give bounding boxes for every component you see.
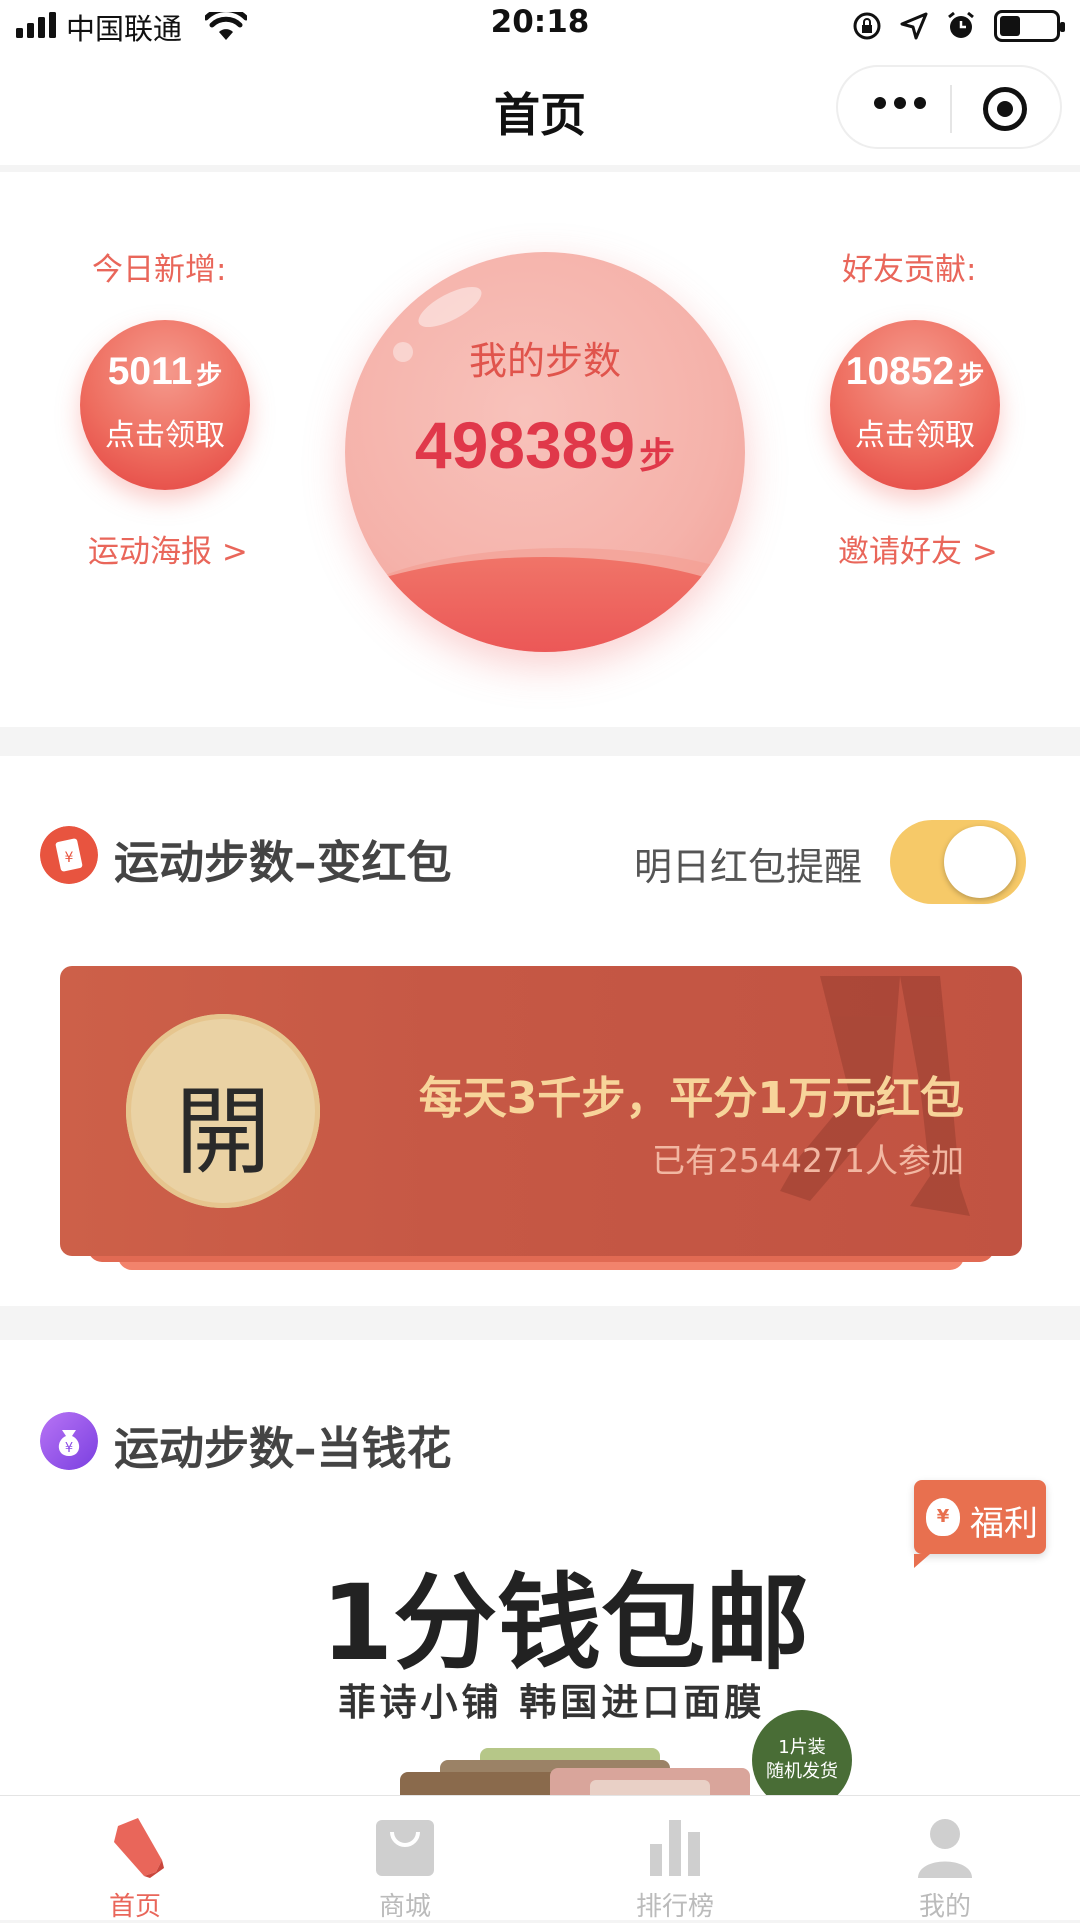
location-icon — [900, 12, 928, 40]
bar-chart-icon — [650, 1820, 700, 1876]
spend-title: 运动步数–当钱花 — [114, 1422, 452, 1475]
red-packet-section: ¥ 运动步数–变红包 明日红包提醒 開 每天3千步，平分1万元红包 已有2544… — [0, 756, 1080, 1306]
sport-poster-link[interactable]: 运动海报 > — [88, 526, 248, 571]
invite-friends-link[interactable]: 邀请好友 > — [838, 526, 998, 571]
shoe-icon — [114, 1818, 164, 1878]
svg-text:¥: ¥ — [65, 1441, 73, 1456]
badge-line-1: 1片装 — [778, 1737, 826, 1758]
promo-headline[interactable]: 1分钱包邮 — [0, 1538, 1080, 1689]
participants-count: 已有2544271人参加 — [652, 1141, 964, 1180]
today-claim-bubble[interactable]: 5011 步 点击领取 — [80, 320, 250, 490]
friend-claim-bubble[interactable]: 10852 步 点击领取 — [830, 320, 1000, 490]
toggle-knob — [944, 826, 1016, 898]
badge-line-2: 随机发货 — [766, 1761, 838, 1782]
status-bar: 中国联通 20:18 — [0, 0, 1080, 55]
tab-ranking[interactable]: 排行榜 — [540, 1796, 810, 1922]
today-step-count: 5011 步 — [107, 350, 223, 393]
alarm-icon — [948, 11, 974, 38]
navigation-bar: 首页 — [0, 55, 1080, 165]
close-target-icon[interactable] — [983, 87, 1027, 131]
open-seal-char: 開 — [175, 1076, 271, 1188]
reminder-toggle[interactable] — [890, 820, 1026, 904]
ball-wave — [345, 557, 745, 652]
my-steps-ball: 我的步数 498389 步 — [345, 252, 745, 652]
promo-subtitle: 菲诗小铺 韩国进口面膜 — [338, 1681, 766, 1724]
tab-home[interactable]: 首页 — [0, 1796, 270, 1922]
spend-section: ¥ 运动步数–当钱花 福利 1分钱包邮 菲诗小铺 韩国进口面膜 1片装 随机发货 — [0, 1340, 1080, 1820]
red-packet-card[interactable]: 開 每天3千步，平分1万元红包 已有2544271人参加 — [60, 966, 1022, 1256]
today-claim-label: 点击领取 — [105, 418, 225, 453]
tab-mall-label: 商城 — [378, 1892, 431, 1922]
status-icons — [852, 10, 1065, 42]
more-icon[interactable] — [874, 97, 926, 109]
red-packet-headline: 每天3千步，平分1万元红包 — [418, 1073, 964, 1124]
person-icon — [918, 1819, 972, 1878]
tab-mine[interactable]: 我的 — [810, 1796, 1080, 1922]
my-steps-label: 我的步数 — [468, 339, 621, 383]
money-bag-icon: ¥ — [40, 1412, 98, 1470]
svg-text:¥: ¥ — [65, 850, 74, 866]
shopping-bag-icon — [376, 1820, 434, 1876]
tab-home-label: 首页 — [108, 1892, 161, 1922]
friend-contribution-label: 好友贡献: — [842, 252, 977, 288]
rotation-lock-icon — [853, 12, 881, 40]
steps-panel: 今日新增: 5011 步 点击领取 运动海报 > 我的步数 498389 步 好友贡… — [0, 172, 1080, 727]
friend-claim-label: 点击领取 — [855, 418, 975, 453]
today-new-label: 今日新增: — [92, 252, 227, 288]
reminder-label: 明日红包提醒 — [634, 845, 863, 889]
tab-ranking-label: 排行榜 — [635, 1892, 714, 1922]
red-packet-icon: ¥ — [40, 826, 98, 884]
open-seal-button[interactable]: 開 — [126, 1014, 320, 1208]
my-steps-count: 498389 步 — [414, 408, 676, 482]
capsule-divider — [950, 85, 952, 133]
red-packet-title: 运动步数–变红包 — [114, 836, 452, 889]
tab-mall[interactable]: 商城 — [270, 1796, 540, 1922]
mini-program-capsule — [836, 65, 1062, 149]
tab-mine-label: 我的 — [918, 1892, 971, 1922]
battery-icon — [994, 10, 1065, 42]
welfare-bag-icon — [926, 1498, 960, 1536]
friend-step-count: 10852 步 — [845, 350, 985, 393]
ball-highlight — [412, 279, 488, 335]
tab-bar: 首页 商城 排行榜 我的 — [0, 1795, 1080, 1922]
